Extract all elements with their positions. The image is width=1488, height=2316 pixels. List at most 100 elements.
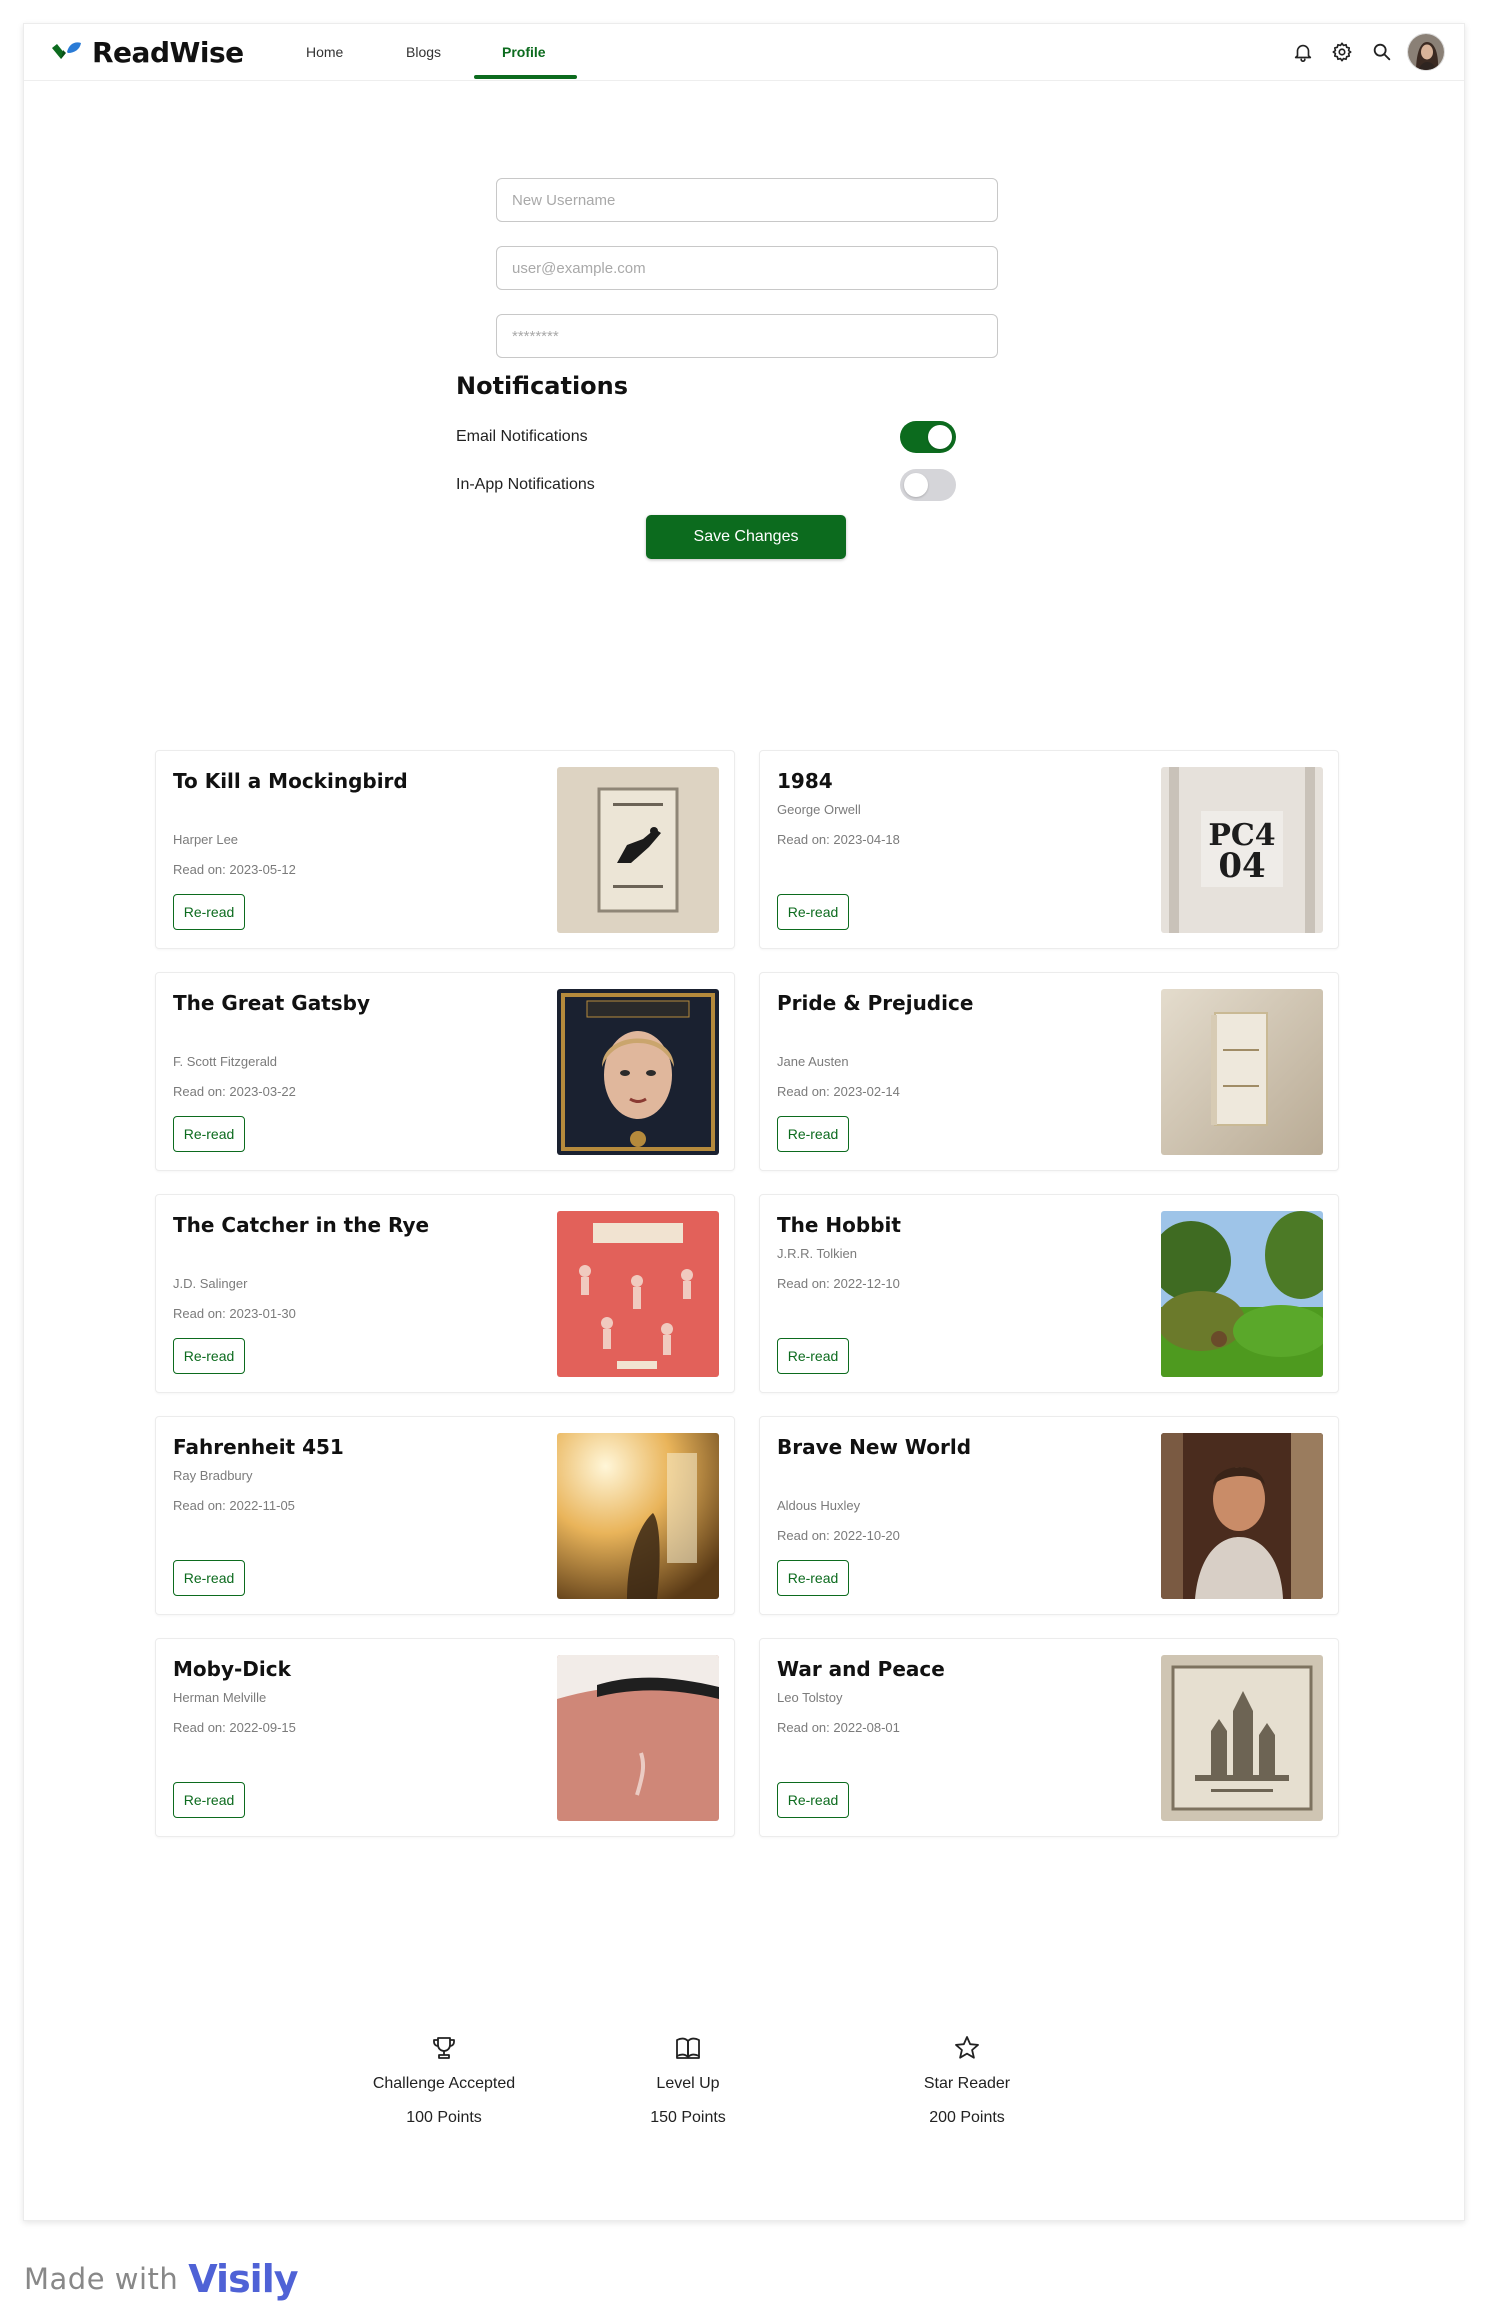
bell-icon[interactable] [1291,40,1315,64]
inapp-notifications-toggle[interactable] [900,469,956,501]
trophy-icon [433,2037,455,2059]
nav-link-blogs[interactable]: Blogs [406,44,441,60]
book-author: J.D. Salinger [173,1276,248,1291]
gear-icon[interactable] [1330,40,1354,64]
visily-logo: Visily [188,2257,298,2301]
achievement-name: Level Up [656,2075,720,2092]
email-input[interactable] [496,246,998,290]
reread-button[interactable]: Re-read [777,1782,849,1818]
book-author: George Orwell [777,802,861,817]
active-tab-indicator [474,75,577,79]
book-card: Brave New World Aldous Huxley Read on: 2… [759,1416,1339,1615]
book-card: The Catcher in the Rye J.D. Salinger Rea… [155,1194,735,1393]
star-icon [955,2036,979,2059]
top-nav: ReadWise Home Blogs Profile [24,24,1464,81]
book-read-date: Read on: 2022-09-15 [173,1720,296,1735]
book-read-date: Read on: 2023-05-12 [173,862,296,877]
book-author: Aldous Huxley [777,1498,861,1513]
reread-button[interactable]: Re-read [173,1338,245,1374]
reread-button[interactable]: Re-read [173,1782,245,1818]
brand-name: ReadWise [92,35,244,69]
book-title: The Hobbit [777,1213,901,1237]
email-notifications-toggle[interactable] [900,421,956,453]
achievement-name: Challenge Accepted [372,2075,516,2092]
book-read-date: Read on: 2023-01-30 [173,1306,296,1321]
book-title: The Great Gatsby [173,991,371,1015]
book-title: Moby-Dick [173,1657,291,1681]
book-title: Pride & Prejudice [777,991,974,1015]
book-read-date: Read on: 2022-10-20 [777,1528,900,1543]
user-avatar[interactable] [1407,33,1445,71]
book-author: Ray Bradbury [173,1468,253,1483]
achievement-item: Challenge Accepted 100 Points [344,2034,544,2127]
book-title: To Kill a Mockingbird [173,769,408,793]
book-card: The Great Gatsby F. Scott Fitzgerald Rea… [155,972,735,1171]
nav-link-home[interactable]: Home [306,44,343,60]
reread-button[interactable]: Re-read [777,894,849,930]
reread-button[interactable]: Re-read [173,1560,245,1596]
reread-button[interactable]: Re-read [777,1560,849,1596]
notifications-heading: Notifications [456,372,629,400]
achievement-item: Star Reader 200 Points [867,2034,1067,2127]
book-cover-image [557,989,719,1155]
book-cover-image [557,767,719,933]
toggle-knob [904,473,928,497]
book-title: The Catcher in the Rye [173,1213,430,1237]
achievement-points: 200 Points [929,2109,1005,2126]
made-with-badge[interactable]: Made with Visily [24,2257,299,2301]
achievement-points: 150 Points [650,2109,726,2126]
email-notifications-label: Email Notifications [456,428,588,445]
book-card: War and Peace Leo Tolstoy Read on: 2022-… [759,1638,1339,1837]
book-author: J.R.R. Tolkien [777,1246,857,1261]
book-read-date: Read on: 2023-03-22 [173,1084,296,1099]
book-cover-image [1161,1211,1323,1377]
book-author: Herman Melville [173,1690,267,1705]
book-cover-image [557,1433,719,1599]
nav-link-profile[interactable]: Profile [502,44,546,60]
achievement-name: Star Reader [923,2075,1011,2092]
made-with-text: Made with [24,2262,179,2296]
reread-button[interactable]: Re-read [173,894,245,930]
book-card: The Hobbit J.R.R. Tolkien Read on: 2022-… [759,1194,1339,1393]
reread-button[interactable]: Re-read [173,1116,245,1152]
achievement-points: 100 Points [406,2109,482,2126]
book-card: To Kill a Mockingbird Harper Lee Read on… [155,750,735,949]
book-icon [676,2037,700,2059]
book-cover-image [557,1211,719,1377]
book-title: Brave New World [777,1435,972,1459]
book-cover-image [1161,989,1323,1155]
logo-icon [52,42,81,59]
book-author: Harper Lee [173,832,239,847]
book-author: F. Scott Fitzgerald [173,1054,278,1069]
book-card: Pride & Prejudice Jane Austen Read on: 2… [759,972,1339,1171]
reread-button[interactable]: Re-read [777,1338,849,1374]
book-card: Fahrenheit 451 Ray Bradbury Read on: 202… [155,1416,735,1615]
search-icon[interactable] [1370,40,1394,64]
inapp-notifications-label: In-App Notifications [456,476,595,493]
book-card: Moby-Dick Herman Melville Read on: 2022-… [155,1638,735,1837]
book-title: Fahrenheit 451 [173,1435,344,1459]
book-title: 1984 [777,769,833,793]
toggle-knob [928,425,952,449]
username-input[interactable] [496,178,998,222]
password-input[interactable] [496,314,998,358]
book-read-date: Read on: 2022-11-05 [173,1498,295,1513]
book-card: 1984 George Orwell Read on: 2023-04-18 R… [759,750,1339,949]
reread-button[interactable]: Re-read [777,1116,849,1152]
book-read-date: Read on: 2023-04-18 [777,832,900,847]
app-frame: ReadWise Home Blogs Profile New Username… [23,23,1465,2221]
svg-text:04: 04 [1218,846,1265,886]
book-read-date: Read on: 2022-12-10 [777,1276,900,1291]
book-cover-image [557,1655,719,1821]
brand-logo[interactable]: ReadWise [50,34,244,70]
book-author: Leo Tolstoy [777,1690,843,1705]
book-cover-image [1161,1433,1323,1599]
book-cover-image [1161,1655,1323,1821]
achievement-item: Level Up 150 Points [588,2034,788,2127]
book-read-date: Read on: 2022-08-01 [777,1720,900,1735]
book-title: War and Peace [777,1657,945,1681]
book-read-date: Read on: 2023-02-14 [777,1084,900,1099]
book-author: Jane Austen [777,1054,849,1069]
book-cover-image: PC4 04 [1161,767,1323,933]
save-changes-button[interactable]: Save Changes [646,515,846,559]
